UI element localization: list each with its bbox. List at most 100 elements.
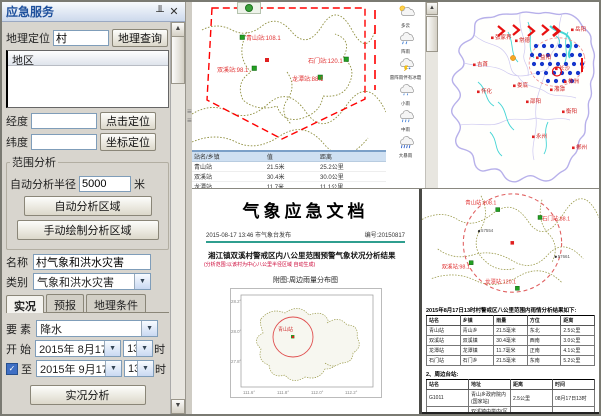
station-marker[interactable] — [252, 66, 257, 71]
shower-weather-icon — [397, 31, 415, 45]
table-row[interactable]: 双溪站双溪镇30.4毫米西南3.0公里 — [427, 336, 595, 346]
table-row[interactable]: 双溪站30.4米30.0公里 — [192, 172, 386, 182]
city-marker[interactable] — [571, 29, 574, 32]
station-label: 双溪站:98.1 — [442, 263, 470, 271]
end-enabled-checkbox[interactable]: ✓ — [6, 363, 18, 375]
start-hour-select[interactable]: 13 ▼ — [123, 340, 153, 357]
event-point-marker — [510, 55, 515, 60]
close-icon[interactable]: ✕ — [167, 5, 181, 19]
longitude-label: 经度 — [6, 113, 28, 129]
city-marker[interactable] — [515, 40, 518, 43]
name-input[interactable] — [33, 254, 151, 270]
scroll-up-icon[interactable]: ▲ — [171, 22, 185, 37]
tab-geo-condition[interactable]: 地理条件 — [86, 294, 146, 312]
col-header: 方位 — [527, 316, 561, 326]
analysis-map[interactable]: 青山站:108.1双溪站:98.1龙潭站:88.1石门站:120.1 站名/乡镇… — [192, 2, 387, 188]
element-select[interactable]: 降水 ▼ — [36, 320, 158, 337]
station-marker[interactable] — [344, 57, 349, 62]
city-label: 怀化 — [481, 87, 493, 95]
chevron-down-icon[interactable]: ▼ — [141, 321, 157, 336]
legend-item: 阵雨 — [386, 31, 425, 55]
city-marker[interactable] — [562, 111, 565, 114]
type-select[interactable]: 气象和洪水灾害 ▼ — [33, 273, 151, 290]
city-marker[interactable] — [477, 91, 480, 94]
longitude-input[interactable] — [31, 113, 97, 129]
scrollbar-thumb[interactable] — [171, 36, 185, 84]
city-marker[interactable] — [532, 136, 535, 139]
live-analysis-button[interactable]: 实况分析 — [30, 385, 146, 405]
latitude-input[interactable] — [31, 134, 97, 150]
document-number: 编号:20150817 — [365, 230, 405, 239]
table-row[interactable]: 青山站21.5米25.2公里 — [192, 162, 386, 172]
panel-scrollbar[interactable]: ▲ ▼ — [170, 22, 185, 414]
station-label: 双溪站:98.1 — [217, 66, 249, 74]
emergency-document[interactable]: 气象应急文档 2015-08-17 13:46 市气象台发布 编号:201508… — [192, 189, 419, 415]
auto-analyze-area-button[interactable]: 自动分析区域 — [24, 196, 152, 216]
table-row[interactable]: 石门站石门乡21.5毫米东南5.2公里 — [427, 356, 595, 366]
region-listbox[interactable]: 地区 — [6, 50, 169, 108]
col-header: 地址 — [469, 380, 511, 390]
city-marker[interactable] — [491, 37, 494, 40]
map-tool-chip[interactable] — [237, 2, 261, 14]
manual-draw-area-button[interactable]: 手动绘制分析区域 — [17, 220, 159, 240]
start-date-picker[interactable]: 2015年 8月17日 ▼ — [35, 340, 121, 357]
end-date-picker[interactable]: 2015年 9月17日 ▼ — [36, 360, 122, 377]
station-label: 龙潭站:120.1 — [485, 277, 516, 285]
col-header: 距离 — [561, 316, 595, 326]
station-result-table[interactable]: 站名/乡镇值距离青山站21.5米25.2公里双溪站30.4米30.0公里龙潭站1… — [192, 150, 386, 188]
city-marker[interactable] — [536, 57, 539, 60]
click-locate-button[interactable]: 点击定位 — [100, 112, 156, 130]
legend-item: 大暴雨 — [386, 135, 425, 159]
auto-radius-input[interactable] — [79, 176, 131, 192]
panel-title: 应急服务 — [6, 3, 153, 20]
chevron-down-icon[interactable]: ▼ — [105, 361, 121, 376]
geo-input[interactable] — [53, 30, 109, 46]
svg-text:111.8°: 111.8° — [277, 390, 289, 395]
scroll-up-icon[interactable]: ▲ — [426, 2, 438, 15]
city-marker[interactable] — [526, 101, 529, 104]
city-marker[interactable] — [564, 81, 567, 84]
report-map: 5755457661 青山站:108.1石门站:88.1双溪站:98.1龙潭站:… — [422, 189, 599, 301]
name-label: 名称 — [6, 254, 28, 270]
main-area: 青山站:108.1双溪站:98.1龙潭站:88.1石门站:120.1 站名/乡镇… — [192, 2, 599, 414]
chevron-down-icon[interactable]: ▼ — [136, 341, 152, 356]
table-row[interactable]: 青山站青山乡21.5毫米东北2.5公里 — [427, 326, 595, 336]
document-heading: 湘江镇双溪村警戒区内八公里范围预警气象状况分析结果 — [208, 251, 407, 260]
station-marker — [496, 208, 500, 212]
table-row[interactable]: 龙潭站龙潭镇11.7毫米正南4.1公里 — [427, 346, 595, 356]
city-marker[interactable] — [513, 85, 516, 88]
city-label: 邵阳 — [530, 97, 541, 105]
scroll-down-icon[interactable]: ▼ — [171, 399, 185, 414]
scrollbar-thumb[interactable] — [426, 16, 438, 52]
start-label: 开 始 — [6, 341, 31, 357]
document-note: (分析范围:以该村为中心八公里半径区域 自动生成) — [204, 261, 407, 268]
table-row[interactable]: G1012双溪镇中学内(区域站)3.0公里08月17日13时 — [427, 407, 595, 416]
station-label: 石门站:88.1 — [542, 214, 570, 222]
tab-live[interactable]: 实况 — [6, 295, 44, 313]
table-row[interactable]: G1011青山乡政府院内(国家站)2.5公里08月17日13时 — [427, 390, 595, 407]
document-title: 气象应急文档 — [192, 197, 419, 222]
end-hour-select[interactable]: 13 ▼ — [124, 360, 154, 377]
start-hour-value: 13 — [124, 343, 136, 355]
chevron-down-icon[interactable]: ▼ — [137, 361, 153, 376]
city-marker[interactable] — [555, 68, 558, 71]
col-header: 雨量 — [494, 316, 528, 326]
chevron-down-icon[interactable]: ▼ — [134, 274, 150, 289]
station-id-label: 57554 — [481, 228, 494, 233]
pin-icon[interactable]: ╨ — [153, 5, 167, 19]
city-marker[interactable] — [550, 89, 553, 92]
col-header: 站名 — [427, 380, 469, 390]
rain3-weather-icon — [397, 135, 415, 149]
report-section2: 2、周边台站: — [426, 370, 595, 378]
province-map[interactable]: 张家界常德岳阳吉首益阳长沙怀化娄底株洲湘潭邵阳衡阳永州郴州 — [438, 2, 599, 188]
geo-locate-label: 地理定位 — [6, 30, 50, 46]
chevron-down-icon[interactable]: ▼ — [104, 341, 120, 356]
analysis-report-document[interactable]: 5755457661 青山站:108.1石门站:88.1双溪站:98.1龙潭站:… — [422, 189, 599, 415]
geo-search-button[interactable]: 地理查询 — [112, 29, 168, 47]
station-marker[interactable] — [240, 35, 245, 40]
tab-forecast[interactable]: 预报 — [46, 294, 84, 312]
city-marker[interactable] — [473, 64, 476, 67]
city-marker[interactable] — [572, 147, 575, 150]
col-header: 时间 — [553, 380, 595, 390]
coord-locate-button[interactable]: 坐标定位 — [100, 133, 156, 151]
